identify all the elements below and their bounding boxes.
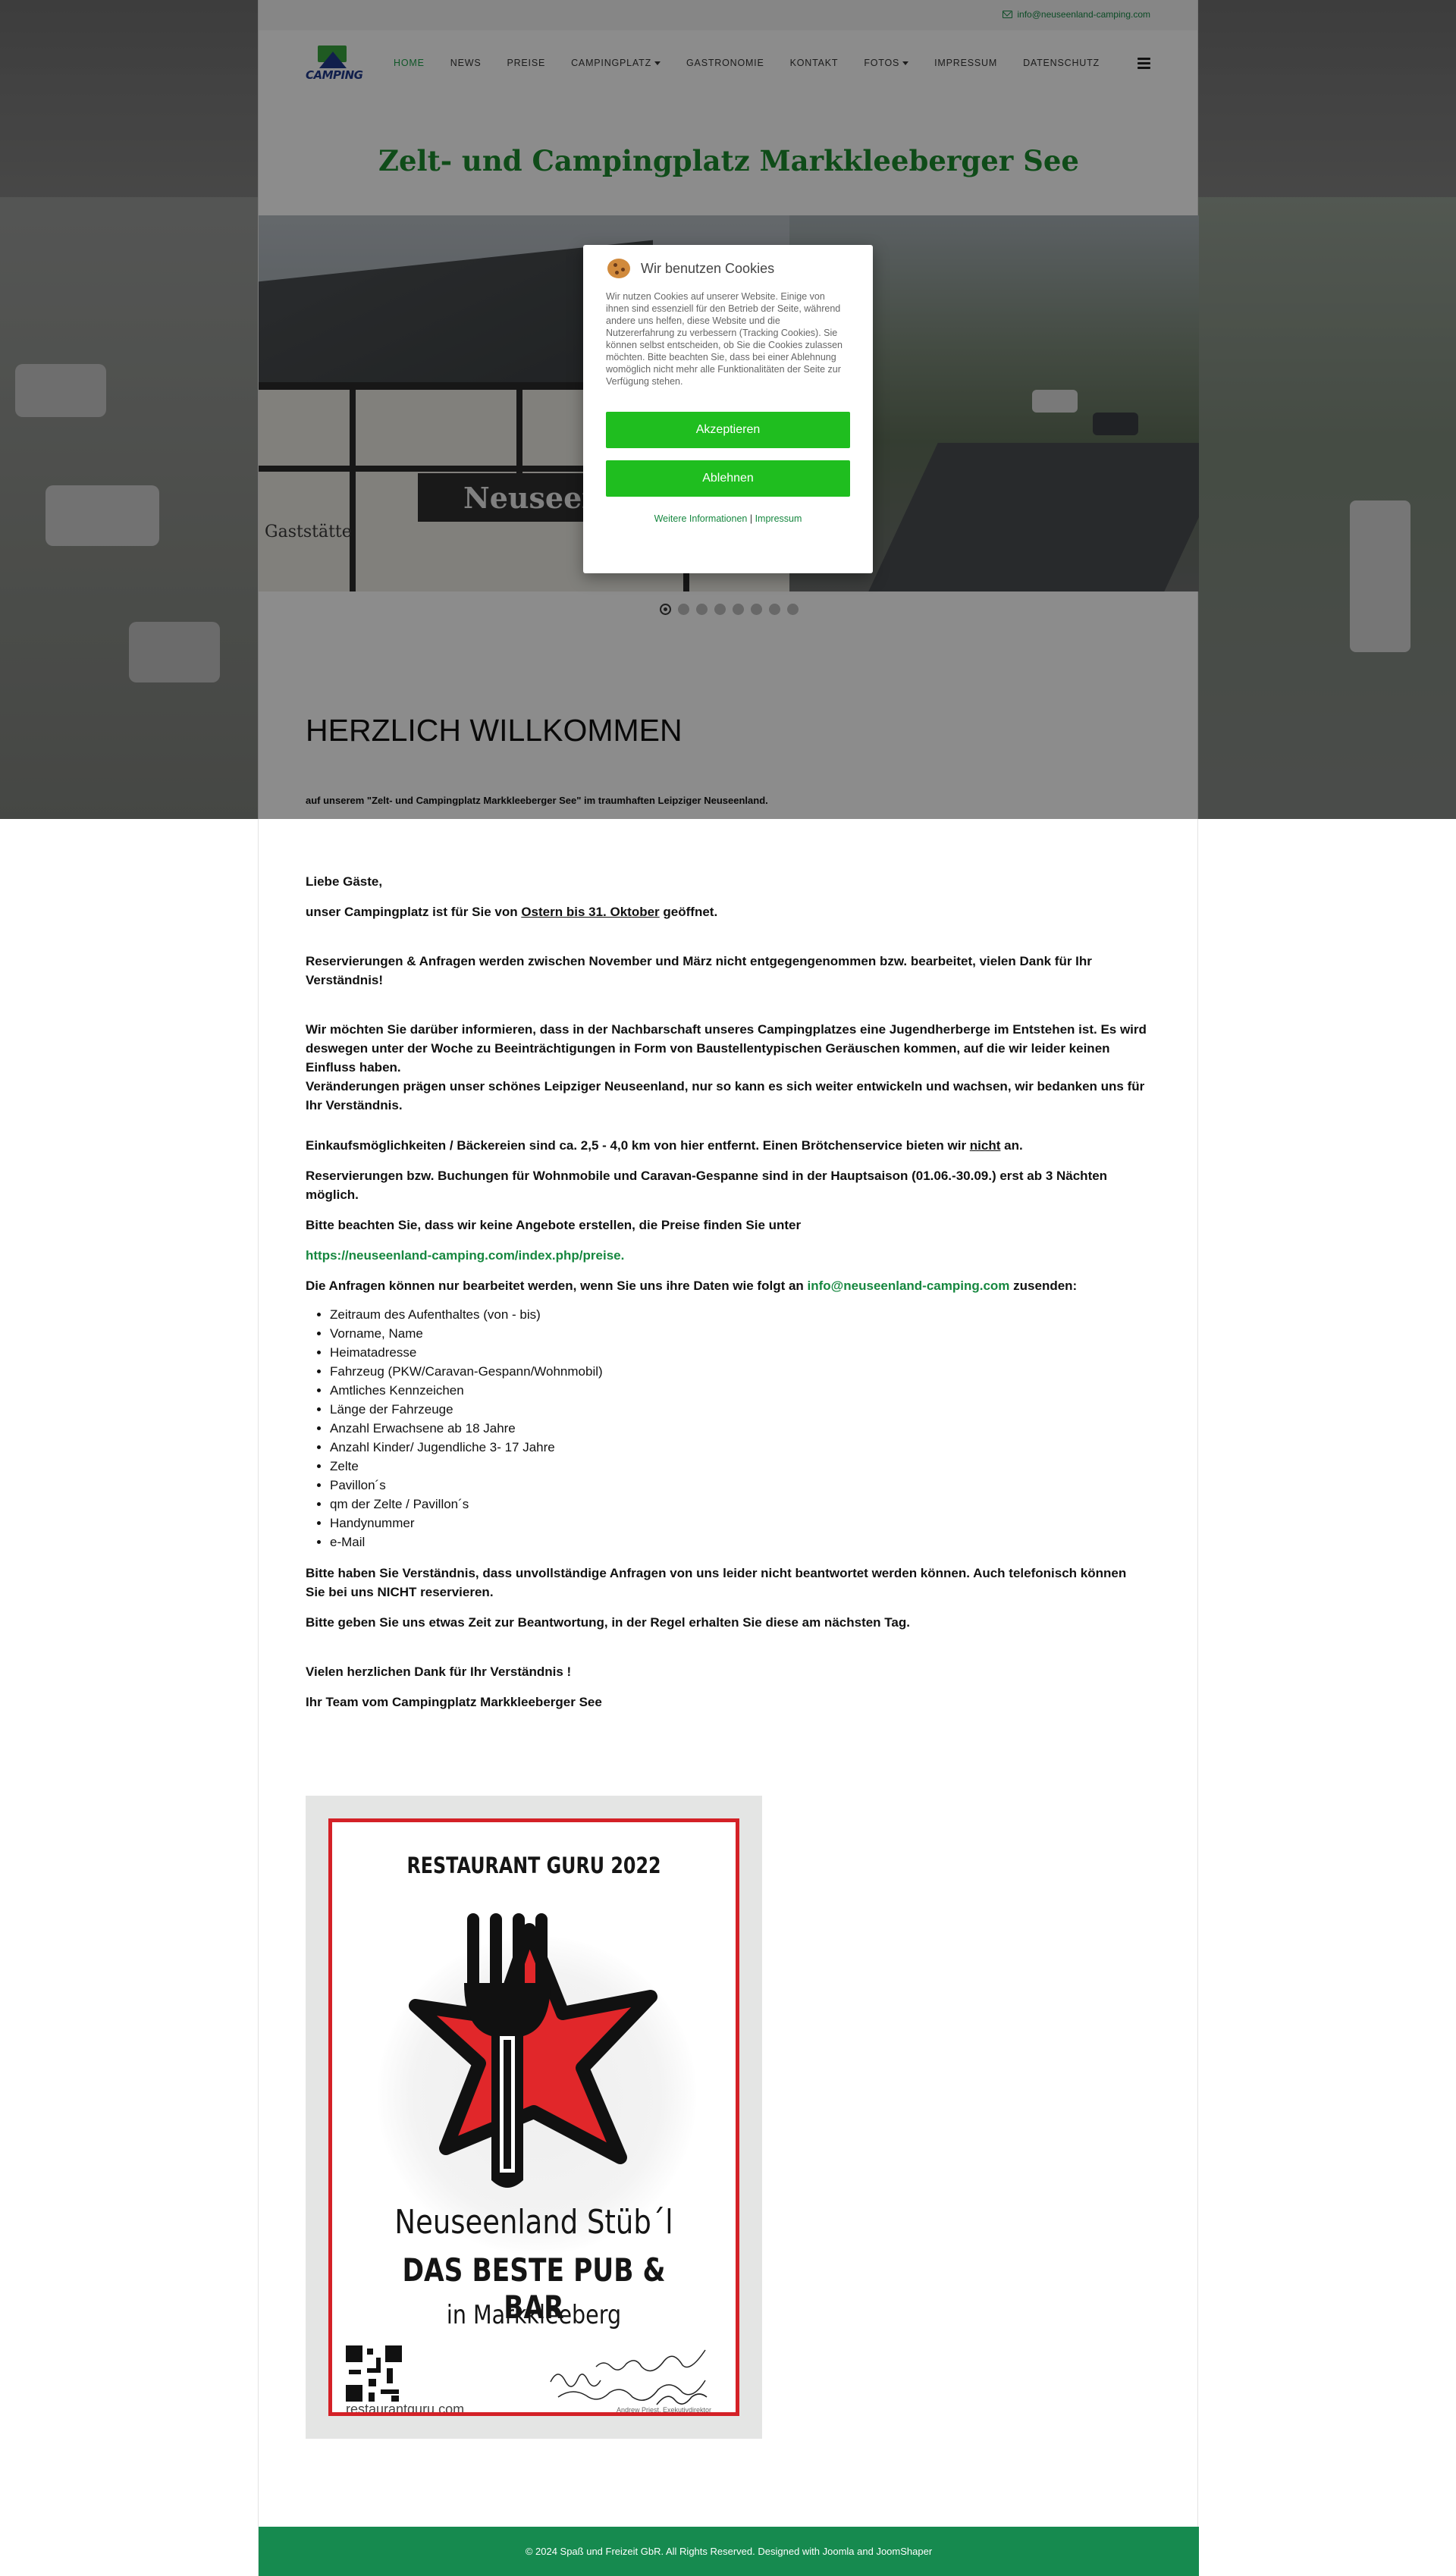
opening-text: unser Campingplatz ist für Sie von <box>306 905 522 919</box>
incomplete-note: Bitte haben Sie Verständnis, dass unvoll… <box>306 1566 1127 1599</box>
badge-title: RESTAURANT GURU 2022 <box>406 1853 661 1878</box>
accept-cookies-button[interactable]: Akzeptieren <box>606 412 850 448</box>
link-separator: | <box>749 513 753 524</box>
cookie-icon <box>606 257 632 280</box>
request-note: Die Anfragen können nur bearbeitet werde… <box>306 1276 1149 1295</box>
shopping-emphasis: nicht <box>969 1138 1001 1153</box>
prices-paragraph: https://neuseenland-camping.com/index.ph… <box>306 1246 1149 1265</box>
list-item: Anzahl Kinder/ Jugendliche 3- 17 Jahre <box>330 1438 1149 1457</box>
list-item: Vorname, Name <box>330 1324 1149 1343</box>
team-signature: Ihr Team vom Campingplatz Markkleeberger… <box>306 1695 602 1709</box>
list-item: Fahrzeug (PKW/Caravan-Gespann/Wohnmobil) <box>330 1362 1149 1381</box>
request-text: zusenden: <box>1009 1279 1078 1293</box>
change-note: Veränderungen prägen unser schönes Leipz… <box>306 1079 1145 1112</box>
opening-period: Ostern bis 31. Oktober <box>521 905 660 919</box>
offers-note: Bitte beachten Sie, dass wir keine Angeb… <box>306 1218 802 1232</box>
badge-city: in Markkleeberg <box>446 2300 622 2330</box>
cookie-consent-dialog: Wir benutzen Cookies Wir nutzen Cookies … <box>583 245 873 573</box>
more-info-link[interactable]: Weitere Informationen <box>654 513 748 524</box>
shopping-text: an. <box>1000 1138 1023 1153</box>
greeting: Liebe Gäste, <box>306 874 383 889</box>
list-item: Zelte <box>330 1457 1149 1476</box>
list-item: Anzahl Erwachsene ab 18 Jahre <box>330 1419 1149 1438</box>
cookie-dialog-links: Weitere Informationen | Impressum <box>606 513 850 524</box>
cookie-dialog-text: Wir nutzen Cookies auf unserer Website. … <box>606 291 843 387</box>
list-item: Zeitraum des Aufenthaltes (von - bis) <box>330 1305 1149 1324</box>
opening-text: geöffnet. <box>659 905 718 919</box>
booking-note: Reservierungen bzw. Buchungen für Wohnmo… <box>306 1169 1108 1202</box>
restaurant-guru-badge[interactable]: RESTAURANT GURU 2022 Neuseenland Stüb´l … <box>328 1818 739 2416</box>
thanks-note: Vielen herzlichen Dank für Ihr Verständn… <box>306 1665 572 1679</box>
list-item: e-Mail <box>330 1533 1149 1552</box>
handwritten-signature <box>550 2349 708 2405</box>
badge-signer: Andrew Priest, Exekutivdirektor <box>617 2406 712 2414</box>
badge-url: restaurantguru.com <box>346 2402 465 2416</box>
qr-code <box>346 2345 402 2402</box>
shopping-text: Einkaufsmöglichkeiten / Bäckereien sind … <box>306 1138 970 1153</box>
request-email-link[interactable]: info@neuseenland-camping.com <box>808 1279 1010 1293</box>
prices-link[interactable]: https://neuseenland-camping.com/index.ph… <box>306 1248 624 1263</box>
list-item: qm der Zelte / Pavillon´s <box>330 1495 1149 1514</box>
required-fields-list: Zeitraum des Aufenthaltes (von - bis) Vo… <box>330 1305 1149 1552</box>
neighbour-note: Wir möchten Sie darüber informieren, das… <box>306 1022 1147 1075</box>
request-text: Die Anfragen können nur bearbeitet werde… <box>306 1279 808 1293</box>
response-time-note: Bitte geben Sie uns etwas Zeit zur Beant… <box>306 1615 910 1630</box>
reservations-note: Reservierungen & Anfragen werden zwische… <box>306 954 1092 987</box>
list-item: Pavillon´s <box>330 1476 1149 1495</box>
list-item: Handynummer <box>330 1514 1149 1533</box>
list-item: Amtliches Kennzeichen <box>330 1381 1149 1400</box>
imprint-link[interactable]: Impressum <box>755 513 802 524</box>
fork-star-icon <box>409 1913 657 2188</box>
site-footer: © 2024 Spaß und Freizeit GbR. All Rights… <box>259 2527 1199 2576</box>
award-badge-frame: RESTAURANT GURU 2022 Neuseenland Stüb´l … <box>306 1796 762 2439</box>
cookie-dialog-title: Wir benutzen Cookies <box>641 260 775 276</box>
list-item: Heimatadresse <box>330 1343 1149 1362</box>
shopping-note: Einkaufsmöglichkeiten / Bäckereien sind … <box>306 1136 1149 1155</box>
opening-hours: unser Campingplatz ist für Sie von Oster… <box>306 902 1149 921</box>
badge-restaurant-name: Neuseenland Stüb´l <box>394 2203 673 2242</box>
main-content: Liebe Gäste, unser Campingplatz ist für … <box>306 872 1149 1723</box>
decline-cookies-button[interactable]: Ablehnen <box>606 460 850 497</box>
list-item: Länge der Fahrzeuge <box>330 1400 1149 1419</box>
